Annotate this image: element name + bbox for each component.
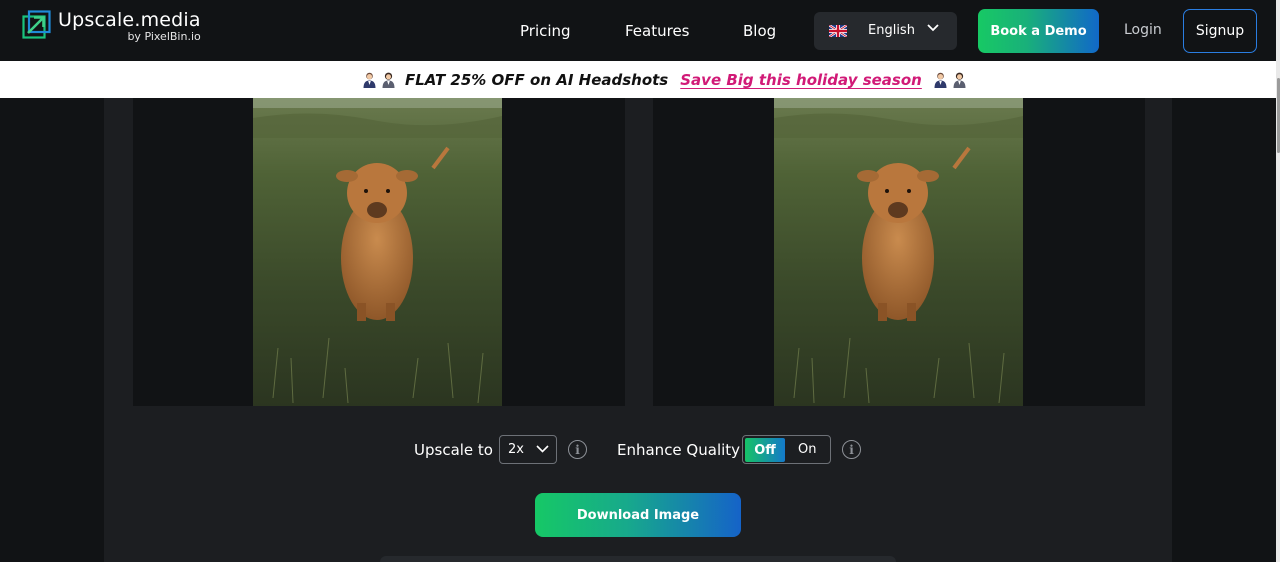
logo-title: Upscale.media	[58, 9, 201, 31]
download-image-button[interactable]: Download Image	[535, 493, 741, 537]
signup-button[interactable]: Signup	[1183, 9, 1257, 53]
toggle-off-option[interactable]: Off	[745, 438, 785, 462]
toggle-on-option[interactable]: On	[798, 442, 816, 457]
info-icon[interactable]: i	[842, 440, 861, 459]
enhance-quality-toggle[interactable]: Off On	[742, 435, 831, 464]
login-link[interactable]: Login	[1124, 22, 1162, 38]
bottom-card-edge	[380, 556, 896, 562]
person-icon	[382, 72, 395, 88]
logo-subtitle: by PixelBin.io	[127, 30, 201, 43]
language-label: English	[868, 23, 915, 38]
upscale-to-label: Upscale to	[414, 441, 493, 459]
person-icon	[934, 72, 947, 88]
nav-pricing[interactable]: Pricing	[520, 22, 571, 40]
book-demo-button[interactable]: Book a Demo	[978, 9, 1099, 53]
nav-features[interactable]: Features	[625, 22, 690, 40]
person-icon	[953, 72, 966, 88]
chevron-down-icon	[536, 445, 549, 453]
promo-text: FLAT 25% OFF on AI Headshots	[405, 71, 669, 89]
promo-link[interactable]: Save Big this holiday season	[680, 71, 922, 89]
nav-blog[interactable]: Blog	[743, 22, 776, 40]
upscale-factor-value: 2x	[508, 442, 524, 457]
uk-flag-icon	[829, 25, 847, 37]
original-image	[253, 98, 502, 406]
logo[interactable]: Upscale.media by PixelBin.io	[22, 9, 201, 43]
person-icon	[363, 72, 376, 88]
promo-banner: FLAT 25% OFF on AI Headshots Save Big th…	[0, 61, 1276, 98]
site-header: Upscale.media by PixelBin.io Pricing Fea…	[0, 0, 1276, 61]
info-icon[interactable]: i	[568, 440, 587, 459]
chevron-down-icon	[927, 24, 939, 32]
enhance-quality-label: Enhance Quality	[617, 441, 741, 459]
logo-icon	[22, 10, 51, 39]
upscale-factor-select[interactable]: 2x	[499, 435, 557, 464]
upscaled-image	[774, 98, 1023, 406]
